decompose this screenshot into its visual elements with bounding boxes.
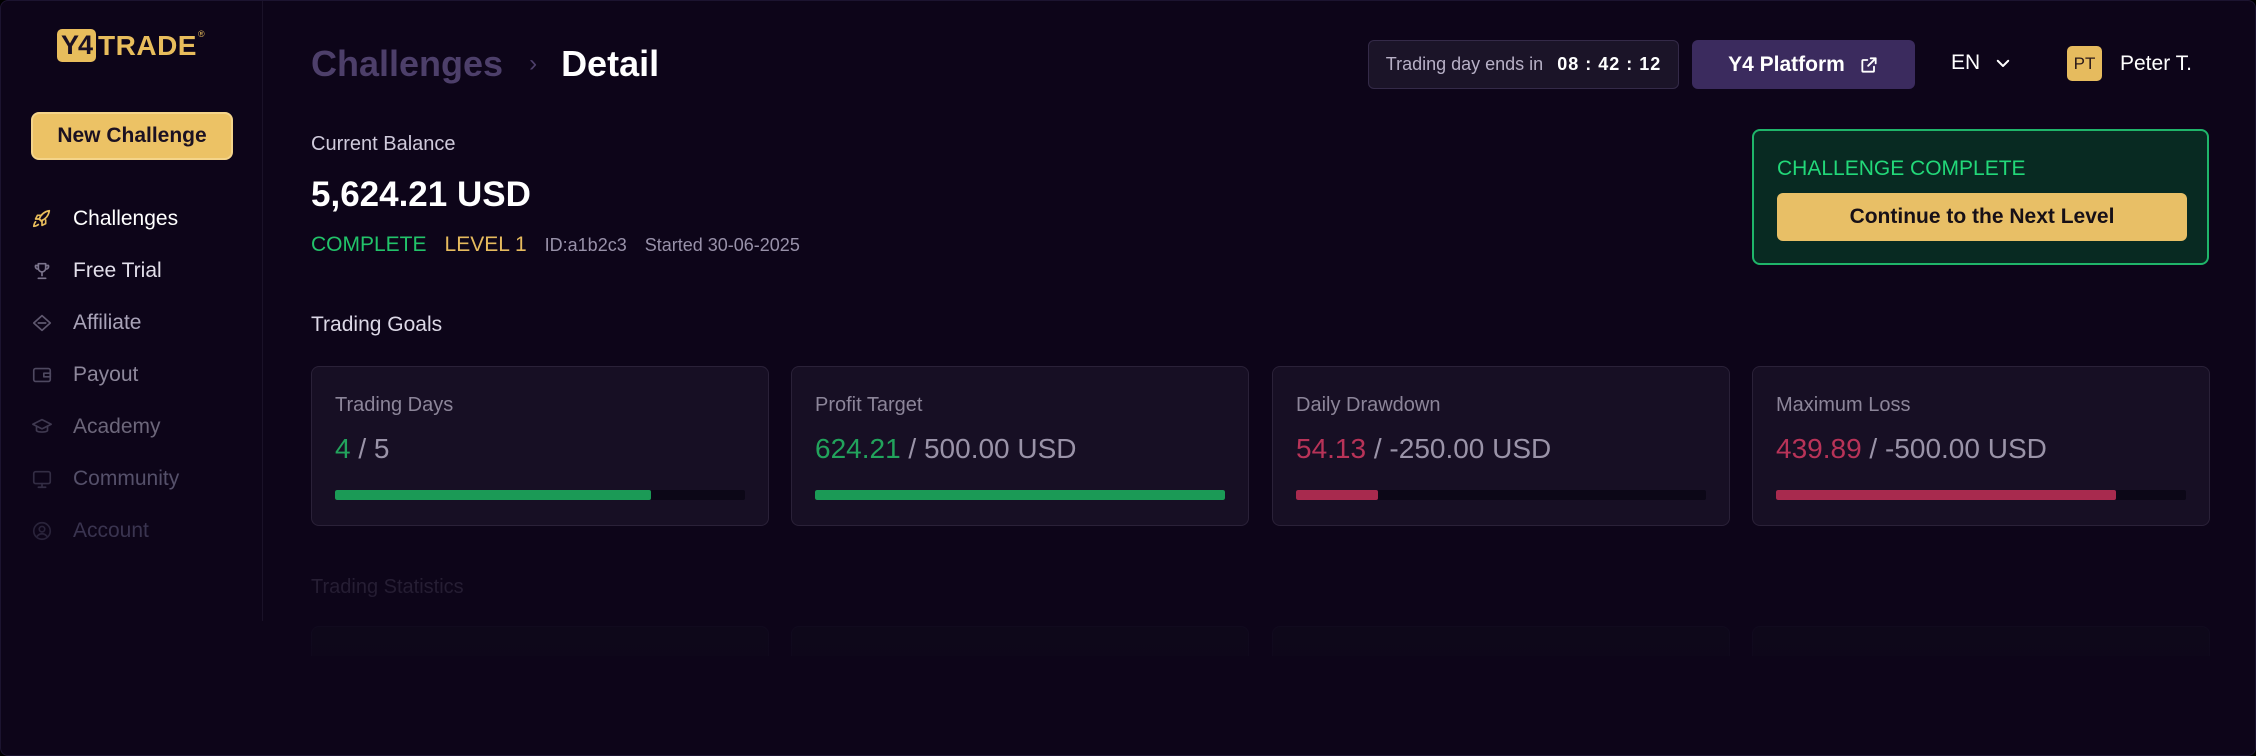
sidebar-item-label: Challenges xyxy=(73,207,179,230)
user-name: Peter T. xyxy=(2120,51,2192,75)
goal-label: Maximum Loss xyxy=(1776,394,1911,416)
goal-card-profit-target: Profit Target 624.21 / 500.00 USD xyxy=(791,366,1249,526)
external-link-icon xyxy=(1861,56,1877,73)
sidebar: Y4 TRADE ® New Challenge Challenges Free… xyxy=(1,1,263,621)
new-challenge-button[interactable]: New Challenge xyxy=(31,112,233,160)
logo-mark: Y4 xyxy=(57,29,97,62)
timer-label: Trading day ends in xyxy=(1385,54,1544,74)
sidebar-item-label: Academy xyxy=(73,415,161,438)
stat-card xyxy=(311,626,769,656)
sidebar-item-payout[interactable]: Payout xyxy=(31,349,179,401)
goal-progress-fill xyxy=(815,490,1225,500)
logo-registered-mark: ® xyxy=(197,29,205,39)
goal-progress-bar xyxy=(815,490,1225,500)
challenge-id: ID:a1b2c3 xyxy=(544,235,627,255)
goal-progress-bar xyxy=(1296,490,1706,500)
app-window: Y4 TRADE ® New Challenge Challenges Free… xyxy=(0,0,2256,756)
goal-values: 624.21 / 500.00 USD xyxy=(815,433,1077,465)
goal-label: Daily Drawdown xyxy=(1296,394,1441,416)
goal-progress-fill xyxy=(335,490,651,500)
logo-text: TRADE xyxy=(98,29,197,61)
sidebar-item-label: Payout xyxy=(73,363,139,386)
chevron-right-icon: › xyxy=(529,50,538,77)
language-selector[interactable]: EN xyxy=(1951,51,2012,75)
trophy-icon xyxy=(34,262,50,280)
breadcrumb: Challenges › Detail xyxy=(311,43,659,85)
goal-card-daily-drawdown: Daily Drawdown 54.13 / -250.00 USD xyxy=(1272,366,1730,526)
goal-label: Profit Target xyxy=(815,394,923,416)
sidebar-item-community[interactable]: Community xyxy=(31,453,179,505)
goal-progress-fill xyxy=(1296,490,1378,500)
challenge-complete-title: CHALLENGE COMPLETE xyxy=(1777,157,2026,180)
level-badge: LEVEL 1 xyxy=(444,233,527,256)
goal-progress-bar xyxy=(1776,490,2186,500)
diamond-icon xyxy=(32,314,52,332)
goal-label: Trading Days xyxy=(335,394,454,416)
goal-values: 4 / 5 xyxy=(335,433,390,465)
sidebar-nav: Challenges Free Trial Affiliate Payout A… xyxy=(31,193,179,557)
breadcrumb-parent[interactable]: Challenges xyxy=(311,43,503,85)
goal-current-value: 624.21 xyxy=(815,433,901,464)
sidebar-item-affiliate[interactable]: Affiliate xyxy=(31,297,179,349)
sidebar-item-account[interactable]: Account xyxy=(31,505,179,557)
logo[interactable]: Y4 TRADE ® xyxy=(57,29,205,62)
goal-progress-bar xyxy=(335,490,745,500)
goal-current-value: 439.89 xyxy=(1776,433,1862,464)
goal-target-value: / 500.00 USD xyxy=(900,433,1077,464)
platform-button-label: Y4 Platform xyxy=(1728,52,1845,76)
stat-card xyxy=(1752,626,2210,656)
next-level-button[interactable]: Continue to the Next Level xyxy=(1777,193,2187,241)
sidebar-item-label: Affiliate xyxy=(73,311,142,334)
wallet-icon xyxy=(32,367,52,383)
start-date: Started 30-06-2025 xyxy=(644,235,800,255)
stat-card xyxy=(791,626,1249,656)
goal-progress-fill xyxy=(1776,490,2117,500)
trading-day-timer: Trading day ends in 08 : 42 : 12 xyxy=(1368,40,1679,89)
sidebar-item-free-trial[interactable]: Free Trial xyxy=(31,245,179,297)
page-title: Detail xyxy=(561,43,660,84)
goal-values: 439.89 / -500.00 USD xyxy=(1776,433,2047,465)
goal-current-value: 4 xyxy=(335,433,351,464)
trading-statistics-heading: Trading Statistics xyxy=(311,576,464,598)
avatar: PT xyxy=(2067,46,2102,81)
stat-card xyxy=(1272,626,1730,656)
sidebar-item-label: Community xyxy=(73,467,180,490)
platform-button[interactable]: Y4 Platform xyxy=(1692,40,1915,89)
goal-card-trading-days: Trading Days 4 / 5 xyxy=(311,366,769,526)
goal-card-maximum-loss: Maximum Loss 439.89 / -500.00 USD xyxy=(1752,366,2210,526)
challenge-meta: COMPLETE LEVEL 1 ID:a1b2c3 Started 30-06… xyxy=(311,233,800,257)
challenge-complete-card: CHALLENGE COMPLETE Continue to the Next … xyxy=(1752,129,2209,265)
balance-label: Current Balance xyxy=(311,133,456,155)
chevron-down-icon xyxy=(1996,59,2010,67)
graduation-cap-icon xyxy=(32,418,52,433)
timer-value: 08 : 42 : 12 xyxy=(1557,54,1662,74)
goal-target-value: / -250.00 USD xyxy=(1366,433,1552,464)
sidebar-item-academy[interactable]: Academy xyxy=(31,401,179,453)
status-badge: COMPLETE xyxy=(311,233,427,256)
sidebar-item-label: Free Trial xyxy=(73,259,162,282)
goal-values: 54.13 / -250.00 USD xyxy=(1296,433,1551,465)
trading-goals-heading: Trading Goals xyxy=(311,313,443,336)
goal-target-value: / 5 xyxy=(350,433,390,464)
goal-target-value: / -500.00 USD xyxy=(1861,433,2047,464)
monitor-icon xyxy=(32,470,52,489)
user-circle-icon xyxy=(32,521,52,541)
sidebar-item-label: Account xyxy=(73,519,149,542)
goal-current-value: 54.13 xyxy=(1296,433,1367,464)
sidebar-item-challenges[interactable]: Challenges xyxy=(31,193,179,245)
balance-value: 5,624.21 USD xyxy=(311,175,531,214)
language-value: EN xyxy=(1951,51,1981,74)
rocket-icon xyxy=(32,209,51,228)
user-menu[interactable]: PT Peter T. xyxy=(2067,46,2192,81)
